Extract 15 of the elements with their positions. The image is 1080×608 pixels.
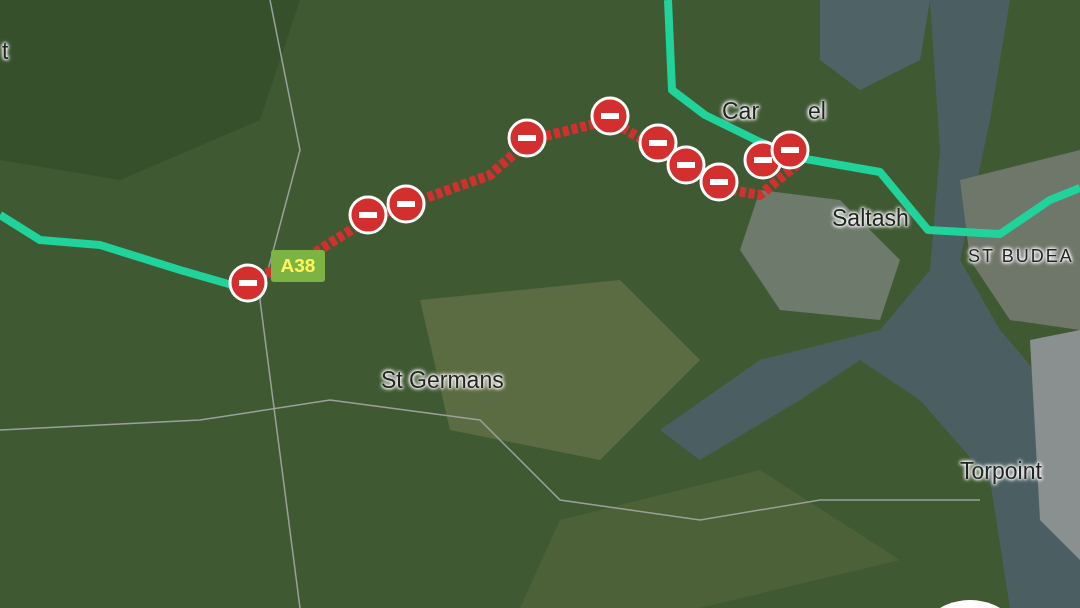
place-label: ST BUDEA [968,246,1074,267]
road-closed-icon[interactable] [228,263,268,303]
road-closed-icon[interactable] [699,162,739,202]
road-closed-icon[interactable] [666,145,706,185]
road-closed-icon[interactable] [770,130,810,170]
road-number-label: A38 [271,250,325,282]
road-closed-icon[interactable] [507,118,547,158]
road-closed-icon[interactable] [348,195,388,235]
place-label: Car [722,98,760,125]
place-label: el [808,98,826,125]
road-closed-icon[interactable] [590,96,630,136]
place-label: Saltash [832,205,909,232]
place-label: t [2,38,9,65]
place-label: St Germans [381,367,504,394]
road-closed-icon[interactable] [386,184,426,224]
